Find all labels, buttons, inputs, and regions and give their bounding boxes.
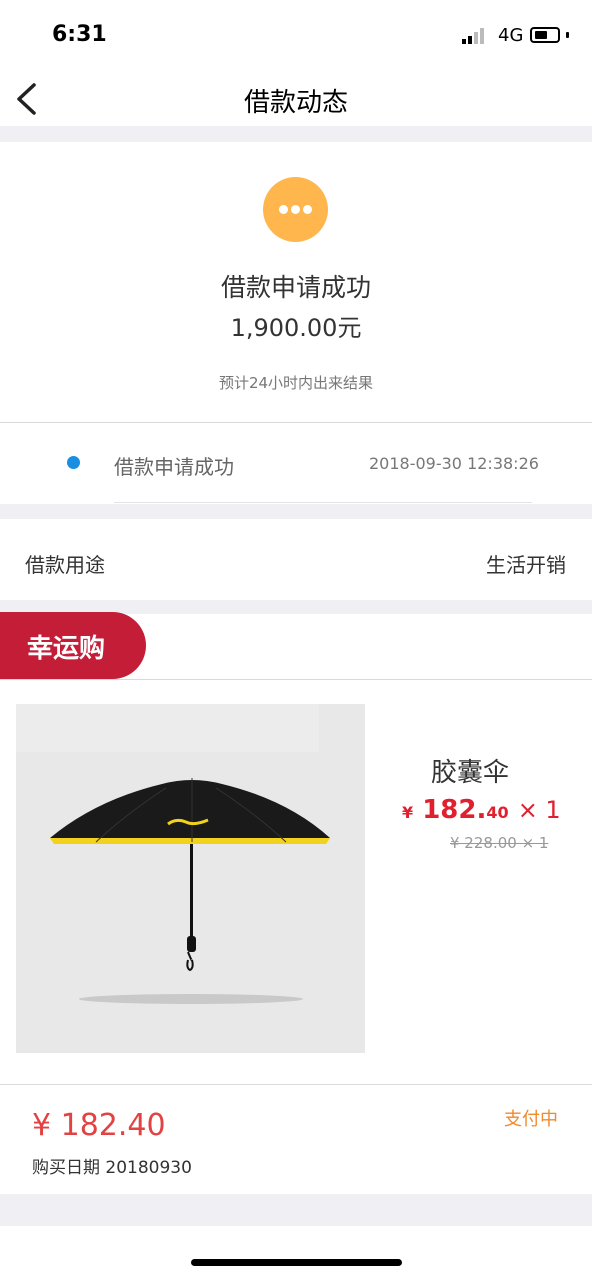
product-quantity: × 1 (517, 796, 561, 824)
total-price: ¥ 182.40 (32, 1108, 166, 1143)
timeline-dot-icon (67, 456, 80, 469)
divider (0, 1084, 592, 1085)
payment-status: 支付中 (504, 1109, 558, 1130)
bottom-area (0, 1226, 592, 1280)
status-time: 6:31 (52, 22, 107, 47)
price-integer: 182. (422, 795, 487, 825)
home-indicator[interactable] (191, 1259, 402, 1266)
currency-symbol: ¥ (402, 803, 414, 822)
timeline-label: 借款申请成功 (114, 455, 234, 479)
timeline-time: 2018-09-30 12:38:26 (369, 454, 539, 473)
battery-cap (566, 32, 569, 38)
network-type: 4G (498, 25, 524, 46)
product-name[interactable]: 胶囊伞 (380, 752, 560, 789)
purpose-label: 借款用途 (25, 553, 105, 577)
loan-status-title: 借款申请成功 (220, 273, 371, 302)
purpose-value: 生活开销 (486, 553, 566, 577)
estimate-text: 预计24小时内出来结果 (218, 374, 374, 392)
divider (114, 502, 532, 503)
battery-icon (530, 27, 560, 43)
divider (0, 679, 592, 680)
signal-icon (462, 28, 484, 44)
more-dots-icon (263, 177, 328, 242)
purchase-date: 购买日期 20180930 (32, 1158, 192, 1178)
original-price: ¥ 228.00 × 1 (450, 834, 549, 852)
loan-amount: 1,900.00元 (230, 314, 362, 342)
product-price: ¥ 182.40 × 1 (402, 795, 561, 825)
lucky-buy-label: 幸运购 (27, 634, 106, 664)
page-title: 借款动态 (243, 88, 348, 118)
price-decimal: 40 (486, 803, 509, 822)
divider (0, 422, 592, 423)
umbrella-image[interactable] (16, 704, 365, 1053)
